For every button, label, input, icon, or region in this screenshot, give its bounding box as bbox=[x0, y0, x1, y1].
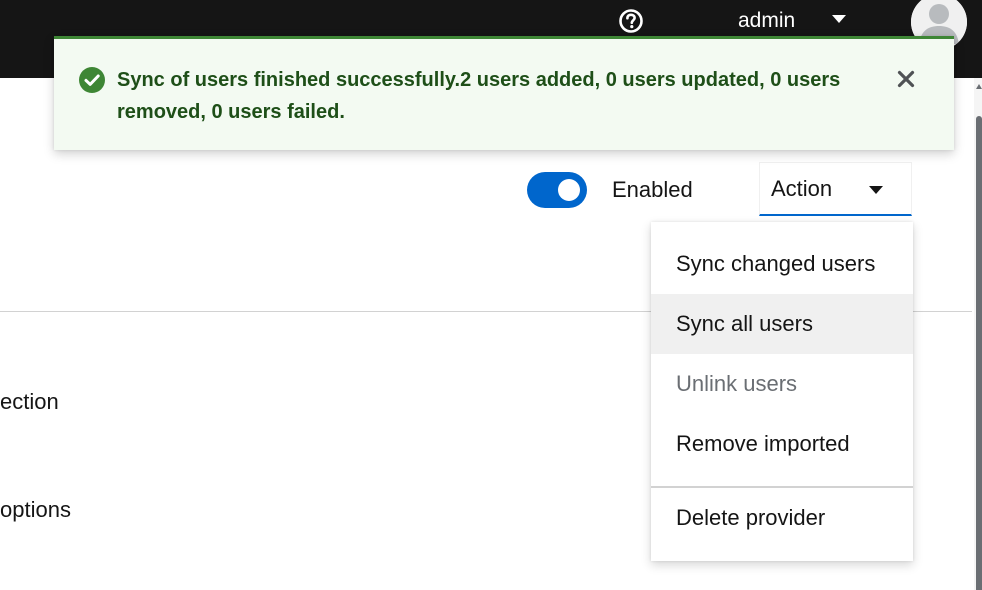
alert-message: Sync of users finished successfully.2 us… bbox=[117, 69, 841, 123]
scrollbar-thumb[interactable] bbox=[976, 116, 982, 590]
scroll-up-arrow-icon[interactable] bbox=[976, 84, 982, 89]
action-dropdown-button[interactable]: Action bbox=[759, 162, 912, 216]
caret-down-icon bbox=[869, 186, 883, 194]
menu-item-unlink-users: Unlink users bbox=[676, 371, 798, 396]
check-circle-icon bbox=[79, 67, 105, 93]
menu-item-delete-provider[interactable]: Delete provider bbox=[651, 488, 913, 548]
enabled-toggle[interactable] bbox=[527, 172, 587, 208]
menu-item-remove-imported[interactable]: Remove imported bbox=[651, 414, 913, 474]
enabled-label: Enabled bbox=[612, 177, 693, 202]
toggle-knob bbox=[558, 179, 580, 201]
close-icon[interactable] bbox=[894, 67, 918, 91]
menu-item-sync-changed-users[interactable]: Sync changed users bbox=[651, 234, 913, 294]
page: admin Enabled Action ection options Sync… bbox=[0, 0, 982, 590]
user-menu-toggle[interactable]: admin bbox=[738, 8, 795, 34]
menu-item-sync-all-users[interactable]: Sync all users bbox=[651, 294, 913, 354]
action-menu: Sync changed users Sync all users Unlink… bbox=[651, 222, 913, 561]
action-label: Action bbox=[771, 176, 833, 201]
success-alert: Sync of users finished successfully.2 us… bbox=[54, 36, 954, 150]
nav-item-connection[interactable]: ection bbox=[0, 388, 59, 416]
question-circle-icon[interactable] bbox=[618, 8, 644, 34]
caret-down-icon[interactable] bbox=[832, 15, 846, 23]
nav-item-options[interactable]: options bbox=[0, 496, 71, 524]
